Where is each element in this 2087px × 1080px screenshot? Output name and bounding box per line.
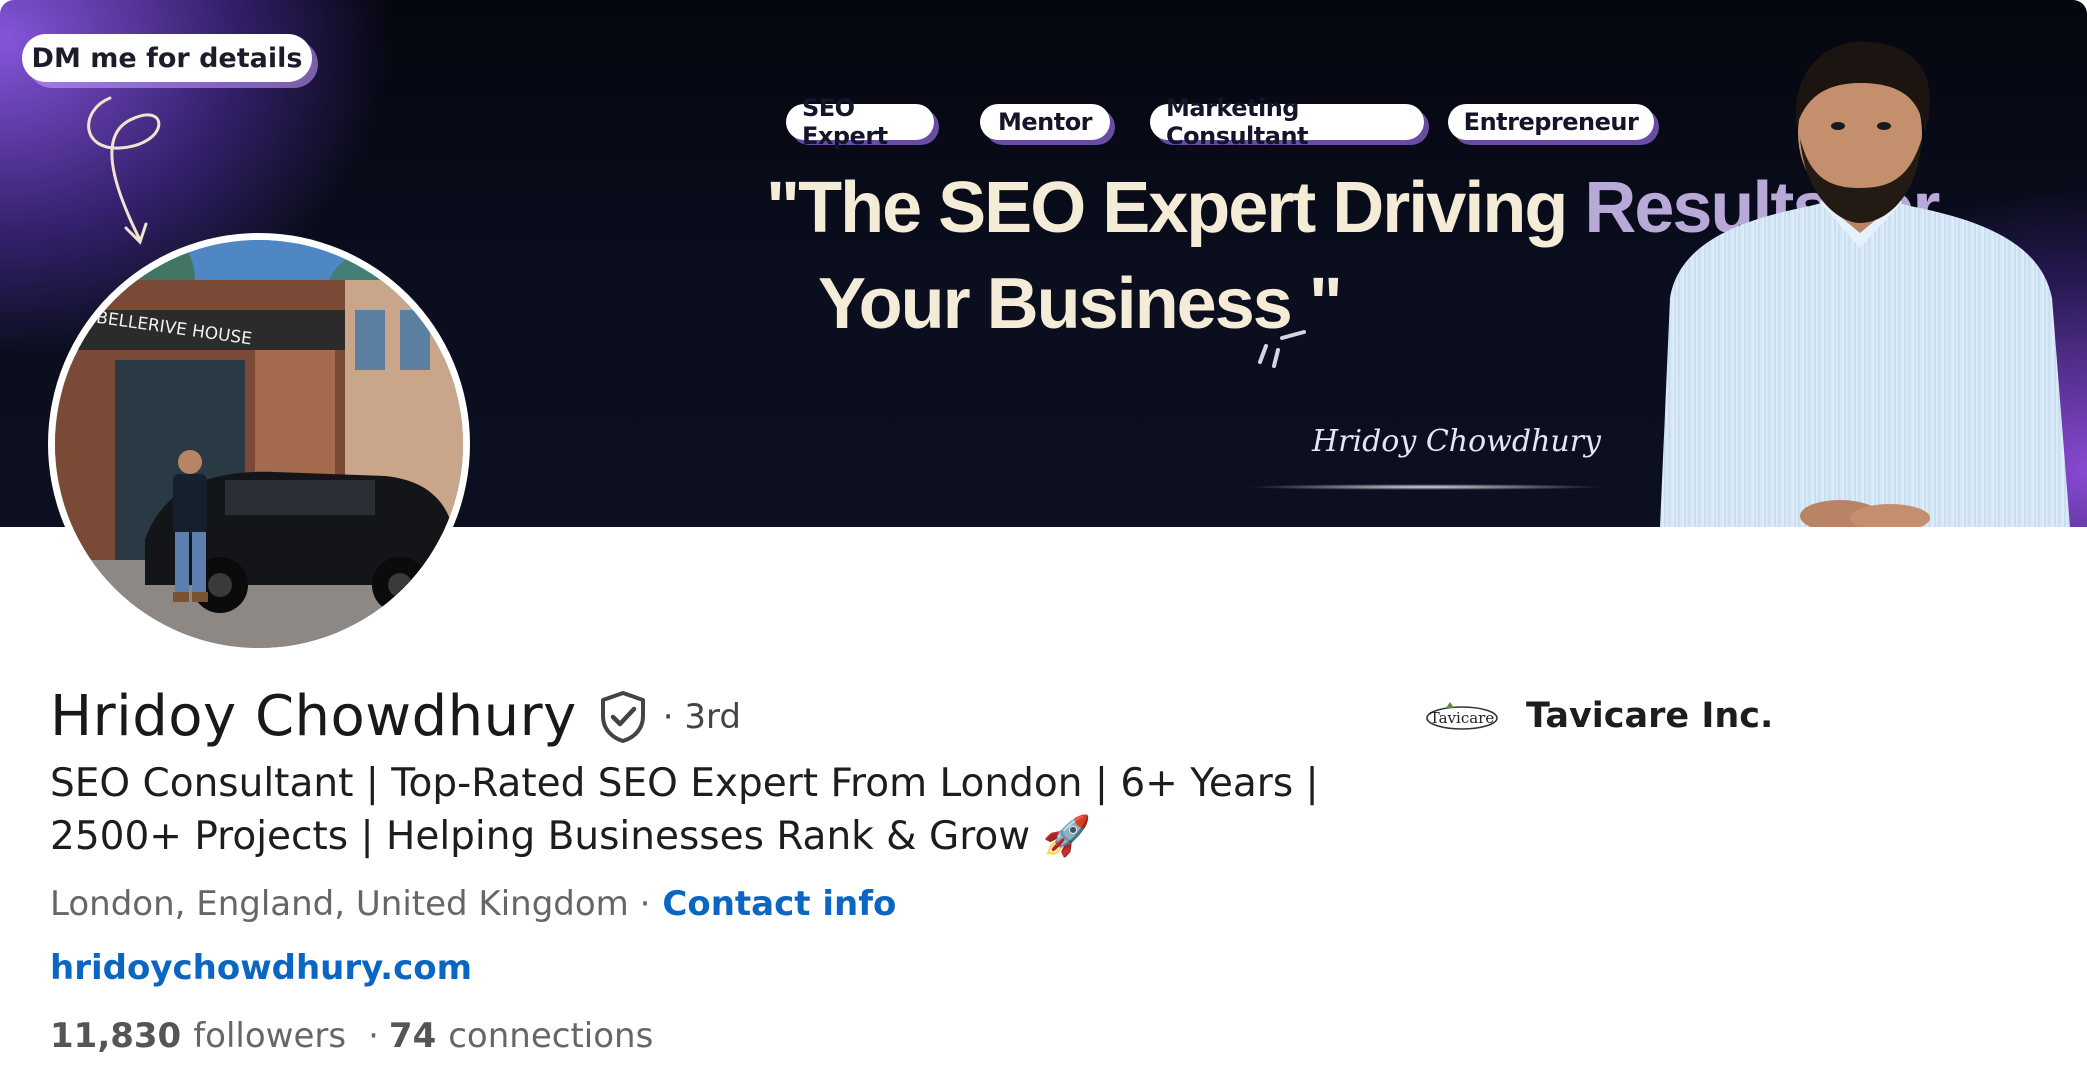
profile-avatar[interactable]: BELLERIVE HOUSE bbox=[48, 233, 470, 655]
tag-marketing-consultant: Marketing Consultant bbox=[1150, 94, 1424, 150]
signature-underline bbox=[1245, 484, 1605, 490]
contact-info-link[interactable]: Contact info bbox=[662, 884, 896, 924]
tag-label: SEO Expert bbox=[802, 94, 888, 150]
tavicare-logo: Tavicare bbox=[1426, 702, 1498, 730]
website-link[interactable]: hridoychowdhury.com bbox=[50, 948, 472, 988]
banner-person-photo bbox=[1660, 41, 2070, 527]
profile-name: Hridoy Chowdhury bbox=[50, 684, 577, 749]
name-row: Hridoy Chowdhury · 3rd bbox=[50, 684, 741, 749]
dm-me-label: DM me for details bbox=[31, 42, 303, 74]
profile-page: DM me for details SEO Expert Mentor Mark… bbox=[0, 0, 2087, 1080]
headline-line-2: 2500+ Projects | Helping Businesses Rank… bbox=[50, 814, 1092, 859]
sparkle-icon bbox=[1258, 330, 1306, 368]
avatar-scene: BELLERIVE HOUSE bbox=[55, 240, 463, 648]
quote-text: "The SEO Expert Driving bbox=[766, 168, 1568, 248]
dm-me-pill: DM me for details bbox=[22, 34, 312, 82]
tag-label: Entrepreneur bbox=[1463, 108, 1639, 136]
shield-check-icon[interactable] bbox=[597, 690, 649, 744]
current-company[interactable]: Tavicare Tavicare Inc. bbox=[1424, 696, 1773, 736]
tag-entrepreneur: Entrepreneur bbox=[1448, 104, 1654, 140]
stats-row: 11,830 followers · 74 connections bbox=[50, 1016, 653, 1056]
tag-label: Mentor bbox=[997, 108, 1093, 136]
tag-mentor: Mentor bbox=[980, 104, 1110, 140]
profile-location: London, England, United Kingdom · bbox=[50, 884, 651, 924]
followers-count: 11,830 bbox=[50, 1016, 182, 1056]
stats-separator: · bbox=[368, 1016, 379, 1056]
headline-line-1: SEO Consultant | Top-Rated SEO Expert Fr… bbox=[50, 761, 1319, 806]
followers-label[interactable]: followers bbox=[193, 1016, 346, 1056]
company-name: Tavicare Inc. bbox=[1526, 696, 1774, 736]
tag-label: Marketing Consultant bbox=[1166, 94, 1309, 150]
connection-degree: · 3rd bbox=[662, 696, 742, 737]
avatar-photo: BELLERIVE HOUSE bbox=[55, 240, 463, 648]
banner-signature: Hridoy Chowdhury bbox=[1312, 424, 1601, 459]
company-logo-text: Tavicare bbox=[1430, 709, 1495, 727]
profile-headline: SEO Consultant | Top-Rated SEO Expert Fr… bbox=[50, 757, 1330, 863]
connections-label[interactable]: connections bbox=[448, 1016, 653, 1056]
company-logo: Tavicare bbox=[1424, 696, 1500, 736]
connections-count: 74 bbox=[388, 1016, 437, 1056]
location-row: London, England, United Kingdom · Contac… bbox=[50, 884, 896, 924]
tag-seo-expert: SEO Expert bbox=[786, 94, 934, 150]
